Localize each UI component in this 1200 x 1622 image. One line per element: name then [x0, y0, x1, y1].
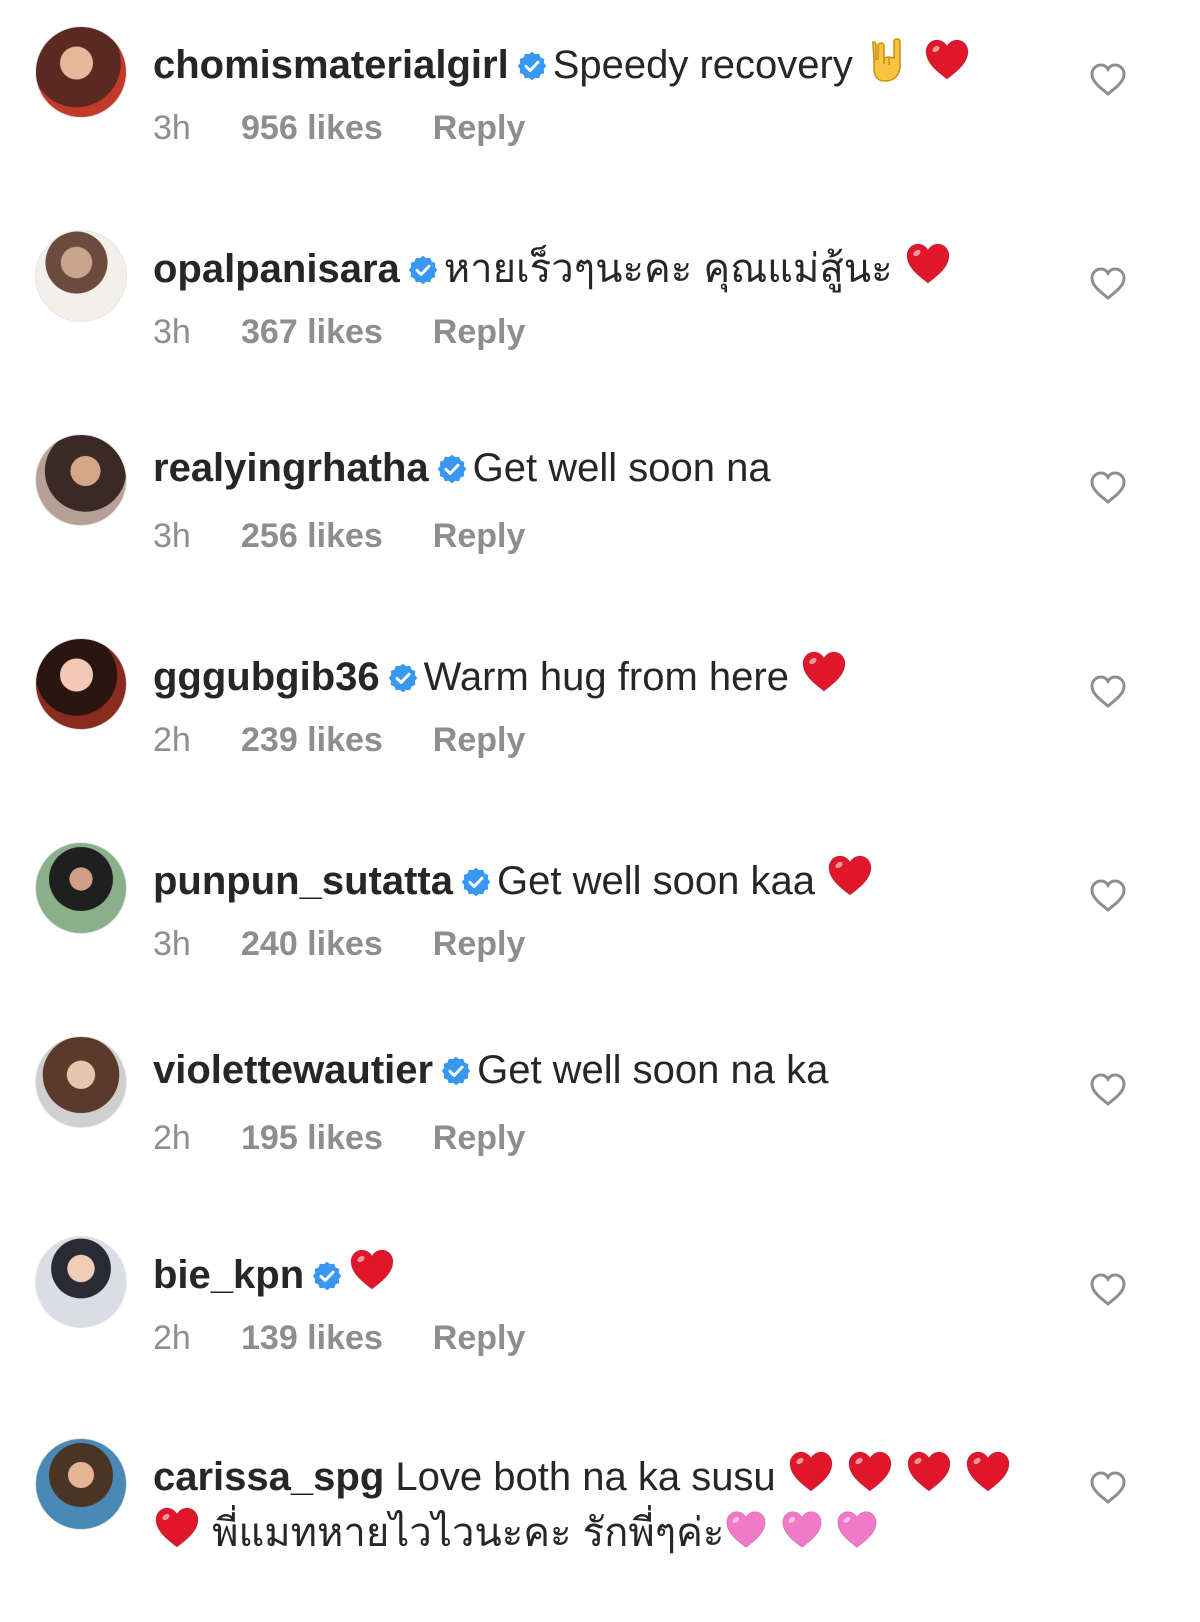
reply-button[interactable]: Reply [433, 924, 526, 964]
reply-button[interactable]: Reply [433, 720, 526, 760]
comment-text: Get well soon na [472, 446, 771, 490]
like-heart-icon[interactable] [1088, 468, 1128, 508]
comment-item: chomismaterialgirl Speedy recovery 3h 956 … [0, 20, 1200, 210]
like-heart-icon[interactable] [1088, 264, 1128, 304]
like-heart-icon[interactable] [1088, 672, 1128, 712]
username[interactable]: realyingrhatha [153, 446, 429, 490]
comment-body: realyingrhatha Get well soon na [153, 444, 1080, 492]
comment-time: 2h [153, 1119, 191, 1157]
like-heart-icon[interactable] [1088, 1070, 1128, 1110]
comment-time: 2h [153, 1319, 191, 1357]
verified-badge-icon [312, 1261, 342, 1291]
comment-body: bie_kpn [153, 1246, 1080, 1299]
avatar[interactable] [35, 1036, 127, 1128]
comment-text-line2: พี่แมทหายไวไวนะคะ รักพี่ๆค่ะ [212, 1511, 725, 1555]
username[interactable]: opalpanisara [153, 247, 400, 291]
red-heart-emoji-icon [925, 39, 969, 80]
comment-body: carissa_spg Love both na ka susu [153, 1448, 1080, 1501]
red-heart-emoji-icon [848, 1451, 892, 1492]
avatar[interactable] [35, 842, 127, 934]
avatar[interactable] [35, 26, 127, 118]
comment-item: realyingrhatha Get well soon na 3h 256 like… [0, 428, 1200, 618]
comment-meta: 2h 239 likes Reply [153, 720, 525, 760]
comment-item: bie_kpn 2h 139 likes Reply [0, 1230, 1200, 1420]
likes-count[interactable]: 956 likes [241, 108, 383, 148]
comment-text: Love both na ka susu [395, 1455, 776, 1499]
comment-text: หายเร็วๆนะคะ คุณแม่สู้นะ [443, 247, 893, 291]
likes-count[interactable]: 139 likes [241, 1318, 383, 1358]
username[interactable]: punpun_sutatta [153, 859, 453, 903]
red-heart-emoji-icon [350, 1249, 394, 1290]
comment-time: 2h [153, 721, 191, 759]
avatar[interactable] [35, 434, 127, 526]
comment-meta: 3h 240 likes Reply [153, 924, 525, 964]
comment-meta: 3h 367 likes Reply [153, 312, 525, 352]
username[interactable]: violettewautier [153, 1048, 433, 1092]
comment-text: Speedy recovery [552, 43, 853, 87]
comment-body: chomismaterialgirl Speedy recovery [153, 36, 1080, 89]
red-heart-emoji-icon [828, 855, 872, 896]
like-heart-icon[interactable] [1088, 1270, 1128, 1310]
comment-body: opalpanisara หายเร็วๆนะคะ คุณแม่สู้นะ [153, 240, 1080, 293]
avatar[interactable] [35, 638, 127, 730]
comment-item: violettewautier Get well soon na ka 2h 195 … [0, 1030, 1200, 1220]
reply-button[interactable]: Reply [433, 108, 526, 148]
comment-text: Warm hug from here [423, 655, 789, 699]
username[interactable]: carissa_spg [153, 1455, 384, 1499]
comment-text: Get well soon na ka [477, 1048, 829, 1092]
username[interactable]: gggubgib36 [153, 655, 380, 699]
like-heart-icon[interactable] [1088, 876, 1128, 916]
verified-badge-icon [437, 454, 466, 484]
reply-button[interactable]: Reply [433, 516, 526, 556]
red-heart-emoji-icon [966, 1451, 1010, 1492]
avatar[interactable] [35, 1438, 127, 1530]
comment-time: 3h [153, 517, 191, 555]
username[interactable]: chomismaterialgirl [153, 43, 509, 87]
pink-heart-emoji-icon [836, 1511, 877, 1548]
comment-time: 3h [153, 109, 191, 147]
rock-hand-emoji-icon [872, 38, 901, 82]
verified-badge-icon [408, 255, 438, 285]
red-heart-emoji-icon [789, 1451, 833, 1492]
comment-body-line2: พี่แมทหายไวไวนะคะ รักพี่ๆค่ะ [153, 1504, 1080, 1557]
red-heart-emoji-icon [155, 1507, 199, 1548]
avatar[interactable] [35, 1236, 127, 1328]
comment-body: gggubgib36 Warm hug from here [153, 648, 1080, 701]
verified-badge-icon [517, 51, 546, 81]
comment-meta: 3h 956 likes Reply [153, 108, 525, 148]
pink-heart-emoji-icon [726, 1511, 767, 1548]
red-heart-emoji-icon [907, 1451, 951, 1492]
verified-badge-icon [388, 663, 417, 693]
likes-count[interactable]: 240 likes [241, 924, 383, 964]
comment-time: 3h [153, 925, 191, 963]
red-heart-emoji-icon [906, 243, 950, 284]
avatar[interactable] [35, 230, 127, 322]
red-heart-emoji-icon [802, 651, 846, 692]
comment-item: carissa_spg Love both na ka susu พี่แมทห… [0, 1432, 1200, 1622]
likes-count[interactable]: 256 likes [241, 516, 383, 556]
pink-heart-emoji-icon [781, 1511, 822, 1548]
comment-item: punpun_sutatta Get well soon kaa 3h 240 li… [0, 836, 1200, 1026]
verified-badge-icon [461, 867, 491, 897]
comment-meta: 3h 256 likes Reply [153, 516, 525, 556]
reply-button[interactable]: Reply [433, 1118, 526, 1158]
comment-meta: 2h 139 likes Reply [153, 1318, 525, 1358]
comment-item: opalpanisara หายเร็วๆนะคะ คุณแม่สู้นะ 3h 3… [0, 224, 1200, 414]
reply-button[interactable]: Reply [433, 312, 526, 352]
comment-text: Get well soon kaa [496, 859, 815, 903]
reply-button[interactable]: Reply [433, 1318, 526, 1358]
comment-body: violettewautier Get well soon na ka [153, 1046, 1080, 1094]
comment-item: gggubgib36 Warm hug from here 2h 239 likes… [0, 632, 1200, 822]
verified-badge-icon [441, 1056, 471, 1086]
like-heart-icon[interactable] [1088, 1468, 1128, 1508]
comment-body: punpun_sutatta Get well soon kaa [153, 852, 1080, 905]
likes-count[interactable]: 367 likes [241, 312, 383, 352]
comment-time: 3h [153, 313, 191, 351]
like-heart-icon[interactable] [1088, 60, 1128, 100]
comment-meta: 2h 195 likes Reply [153, 1118, 525, 1158]
likes-count[interactable]: 195 likes [241, 1118, 383, 1158]
username[interactable]: bie_kpn [153, 1253, 304, 1297]
likes-count[interactable]: 239 likes [241, 720, 383, 760]
